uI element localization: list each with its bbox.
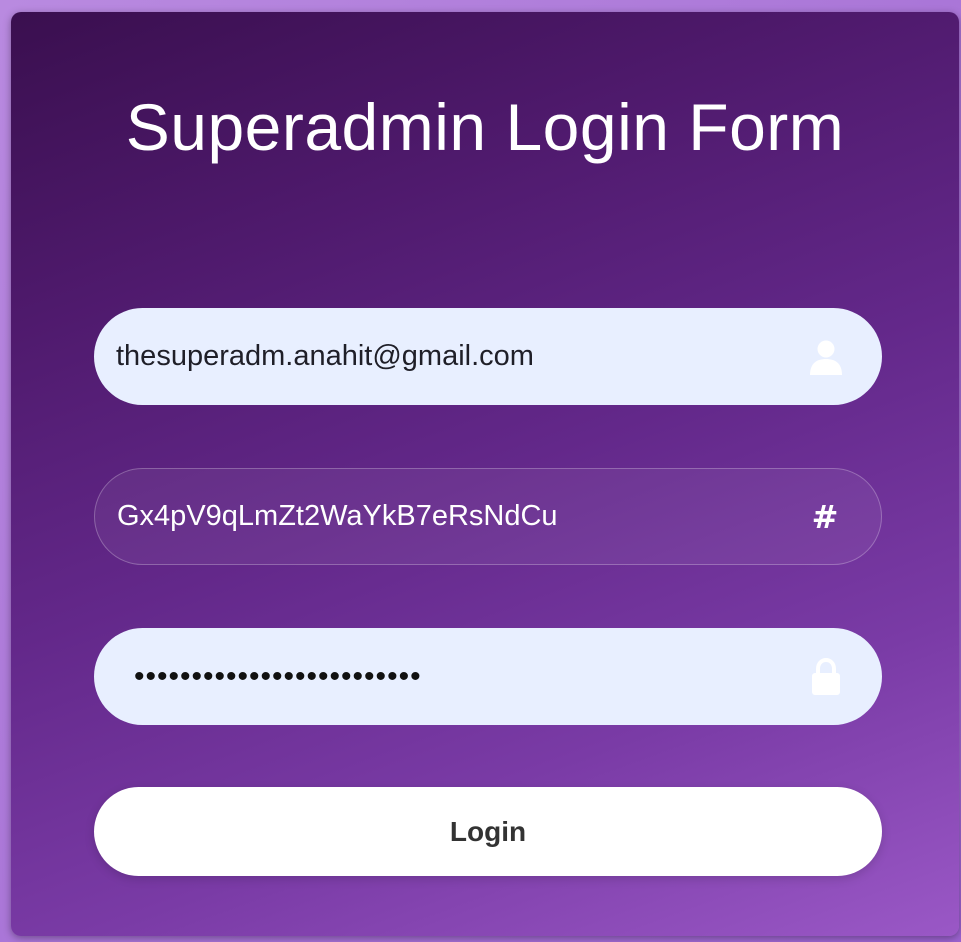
user-icon (808, 337, 844, 377)
login-card: Superadmin Login Form # Log (11, 12, 959, 936)
hash-icon: # (811, 497, 839, 536)
code-field[interactable] (117, 469, 777, 564)
password-field-wrapper (94, 628, 882, 725)
email-field[interactable] (116, 308, 776, 405)
code-field-wrapper: # (94, 468, 882, 565)
email-field-wrapper (94, 308, 882, 405)
lock-icon (808, 657, 844, 697)
password-field[interactable] (134, 628, 794, 725)
form-title: Superadmin Login Form (125, 90, 845, 164)
page-background: Superadmin Login Form # Log (0, 0, 961, 942)
login-button[interactable]: Login (94, 787, 882, 876)
